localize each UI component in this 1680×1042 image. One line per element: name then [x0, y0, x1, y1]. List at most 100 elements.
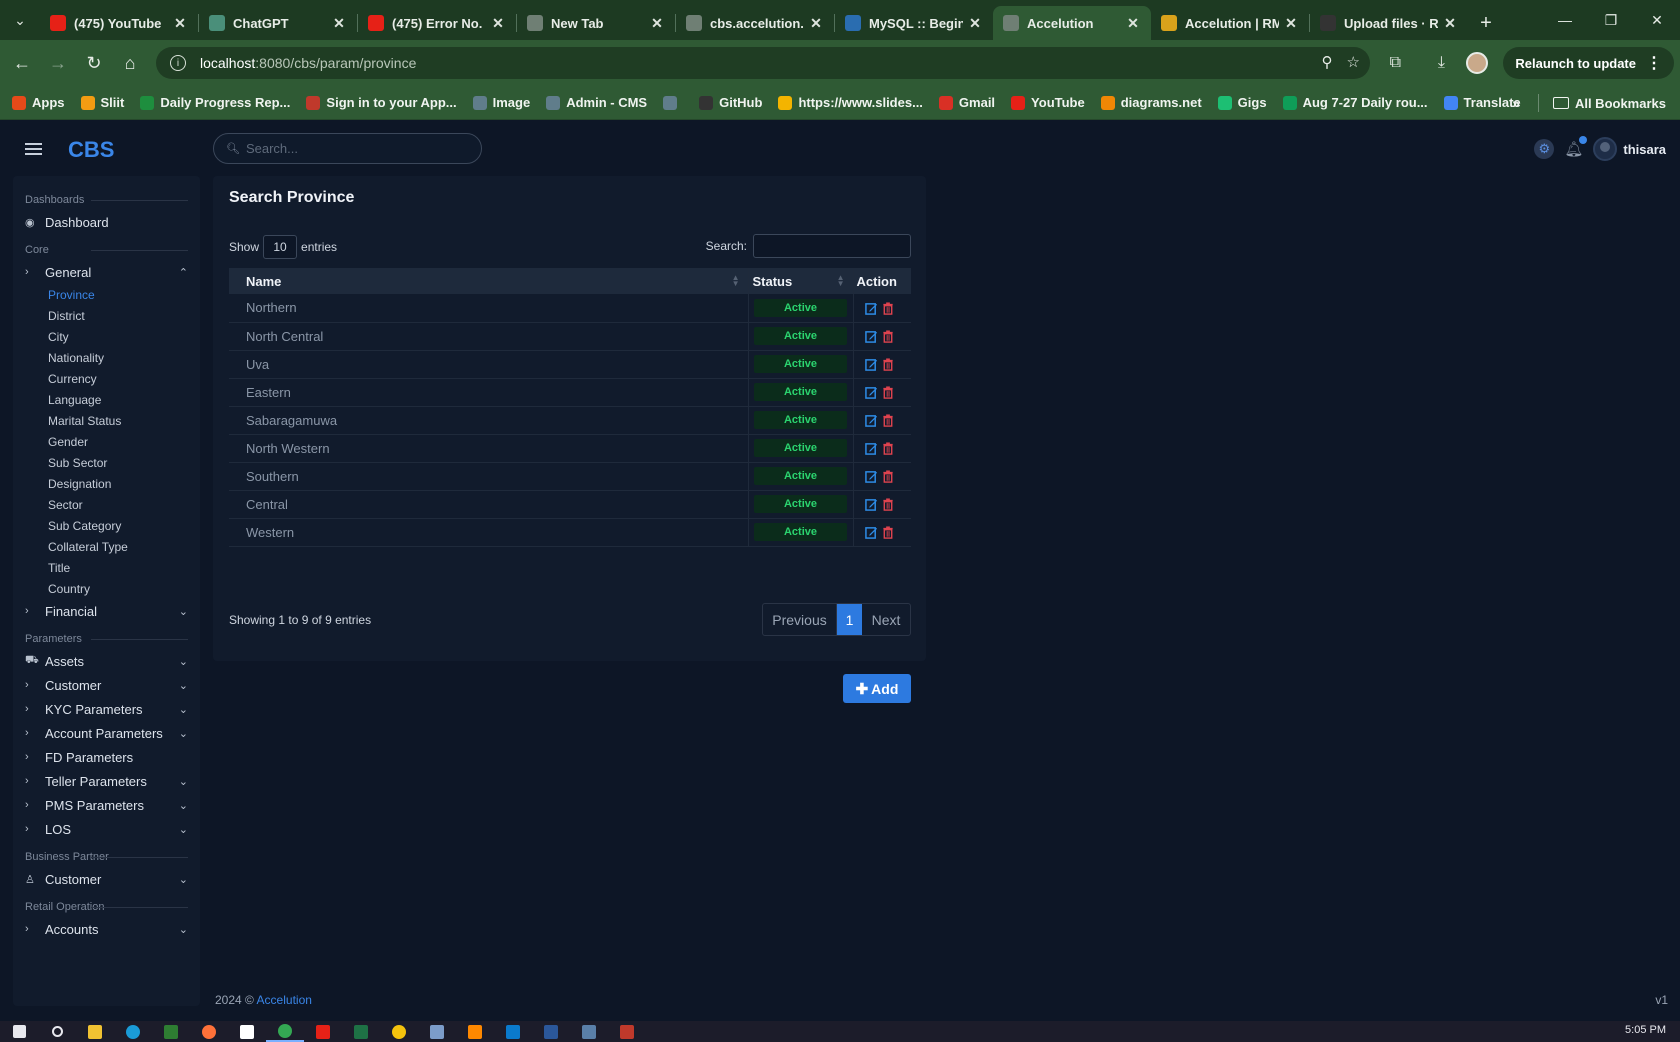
next-page-button[interactable]: Next [862, 604, 910, 635]
global-search[interactable]: 🔍︎ [213, 133, 482, 164]
app-icon-green[interactable] [152, 1021, 190, 1042]
sidebar-subitem[interactable]: Sub Category [13, 515, 200, 536]
col-status[interactable]: Status ▲ ▼ [748, 268, 854, 294]
url-text[interactable]: localhost:8080/cbs/param/province [200, 55, 416, 71]
reload-icon[interactable]: ↻ [76, 45, 112, 81]
bookmark-item[interactable] [663, 95, 683, 110]
bookmark-item[interactable]: Image [472, 95, 530, 110]
page-length-select[interactable]: 10 [263, 235, 298, 259]
sidebar-subitem[interactable]: District [13, 305, 200, 326]
sidebar-subitem[interactable]: Title [13, 557, 200, 578]
brand-logo[interactable]: CBS [68, 137, 114, 163]
edit-icon[interactable] [865, 302, 879, 316]
sidebar-item[interactable]: › LOS ⌄ [13, 817, 200, 841]
settings-gear-icon[interactable]: ⚙ [1534, 139, 1555, 159]
tab-search-icon[interactable]: ⌄ [0, 0, 40, 40]
delete-icon[interactable] [881, 358, 895, 372]
sidebar-item[interactable]: › Financial ⌄ [13, 599, 200, 623]
bookmark-item[interactable]: Gmail [938, 95, 995, 110]
delete-icon[interactable] [881, 498, 895, 512]
add-button[interactable]: ✚ Add [843, 674, 911, 703]
bookmark-item[interactable]: GitHub [699, 95, 762, 110]
sidebar-item[interactable]: › Teller Parameters ⌄ [13, 769, 200, 793]
more-bookmarks-icon[interactable]: » [1512, 95, 1520, 111]
hamburger-menu-icon[interactable] [25, 143, 42, 155]
edit-icon[interactable] [865, 386, 879, 400]
notification-bell-icon[interactable]: 🔔︎ [1564, 136, 1588, 158]
table-search-input[interactable] [753, 234, 911, 258]
address-bar[interactable]: i localhost:8080/cbs/param/province ⚲ ☆ [156, 47, 1370, 79]
minimize-icon[interactable]: — [1542, 0, 1588, 40]
close-tab-icon[interactable]: ✕ [1283, 15, 1299, 32]
bookmark-item[interactable]: diagrams.net [1100, 95, 1202, 110]
windows-start-icon[interactable] [0, 1021, 38, 1042]
sidebar-item[interactable]: › General ⌃ [13, 260, 200, 284]
app-icon-shield[interactable] [418, 1021, 456, 1042]
col-name[interactable]: Name ▲ ▼ [229, 268, 749, 294]
bookmark-item[interactable]: Translate [1443, 95, 1521, 110]
bookmark-item[interactable]: Gigs [1217, 95, 1267, 110]
close-tab-icon[interactable]: ✕ [808, 15, 824, 32]
sidebar-subitem[interactable]: City [13, 326, 200, 347]
browser-tab[interactable]: cbs.accelution.lk✕ [676, 6, 834, 40]
username[interactable]: thisara [1623, 142, 1666, 157]
zoom-icon[interactable]: ⚲ [1322, 53, 1333, 71]
sidebar-item[interactable]: › KYC Parameters ⌄ [13, 697, 200, 721]
vlc-icon[interactable] [456, 1021, 494, 1042]
sidebar-subitem[interactable]: Currency [13, 368, 200, 389]
bookmark-item[interactable]: Sliit [80, 95, 124, 110]
browser-tab[interactable]: (475) Error No. 2 ✕ [358, 6, 516, 40]
sidebar-item[interactable]: › Account Parameters ⌄ [13, 721, 200, 745]
user-avatar[interactable] [1593, 137, 1618, 161]
new-tab-button[interactable]: + [1468, 6, 1504, 40]
sidebar-subitem[interactable]: Sub Sector [13, 452, 200, 473]
close-tab-icon[interactable]: ✕ [331, 15, 347, 32]
sidebar-item[interactable]: › FD Parameters [13, 745, 200, 769]
sidebar-item[interactable]: ♙ Customer ⌄ [13, 867, 200, 891]
sidebar-subitem[interactable]: Gender [13, 431, 200, 452]
download-icon[interactable]: ⤓ [1423, 45, 1459, 81]
back-icon[interactable]: ← [4, 45, 40, 81]
close-tab-icon[interactable]: ✕ [967, 15, 983, 32]
delete-icon[interactable] [881, 470, 895, 484]
file-explorer-icon[interactable] [76, 1021, 114, 1042]
browser-tab[interactable]: Upload files · Ru ✕ [1310, 6, 1468, 40]
sidebar-item[interactable]: › Customer ⌄ [13, 673, 200, 697]
close-tab-icon[interactable]: ✕ [490, 15, 506, 32]
restore-icon[interactable]: ❐ [1588, 0, 1634, 40]
sidebar-subitem[interactable]: Nationality [13, 347, 200, 368]
mysql-workbench-icon[interactable] [570, 1021, 608, 1042]
forward-icon[interactable]: → [40, 45, 76, 81]
sidebar-item[interactable]: › PMS Parameters ⌄ [13, 793, 200, 817]
delete-icon[interactable] [881, 302, 895, 316]
close-tab-icon[interactable]: ✕ [172, 15, 188, 32]
bookmark-item[interactable]: Apps [12, 95, 65, 110]
global-search-input[interactable] [245, 141, 466, 156]
sidebar-subitem[interactable]: Designation [13, 473, 200, 494]
close-tab-icon[interactable]: ✕ [649, 15, 665, 32]
browser-tab[interactable]: Accelution ✕ [993, 6, 1151, 40]
youtube-taskbar-icon[interactable] [304, 1021, 342, 1042]
app-icon-yellow[interactable] [380, 1021, 418, 1042]
sidebar-subitem[interactable]: Country [13, 578, 200, 599]
sidebar-subitem[interactable]: Collateral Type [13, 536, 200, 557]
page-1-button[interactable]: 1 [837, 604, 862, 635]
edit-icon[interactable] [865, 526, 879, 540]
calendar-icon[interactable] [228, 1021, 266, 1042]
bookmark-item[interactable]: Admin - CMS [546, 95, 647, 110]
home-icon[interactable]: ⌂ [112, 45, 148, 81]
word-icon[interactable] [532, 1021, 570, 1042]
sidebar-subitem[interactable]: Language [13, 389, 200, 410]
edge-icon[interactable] [114, 1021, 152, 1042]
taskbar-search-icon[interactable] [38, 1021, 76, 1042]
extensions-icon[interactable]: ⧉ [1377, 45, 1413, 81]
sidebar-subitem[interactable]: Sector [13, 494, 200, 515]
chrome-taskbar-icon[interactable] [266, 1021, 304, 1042]
profile-avatar[interactable] [1459, 45, 1495, 81]
sidebar-item[interactable]: ⛟ Assets ⌄ [13, 649, 200, 673]
bookmark-item[interactable]: YouTube [1011, 95, 1085, 110]
browser-tab[interactable]: (475) YouTube ✕ [40, 6, 198, 40]
edit-icon[interactable] [865, 470, 879, 484]
edit-icon[interactable] [865, 414, 879, 428]
excel-icon[interactable] [342, 1021, 380, 1042]
